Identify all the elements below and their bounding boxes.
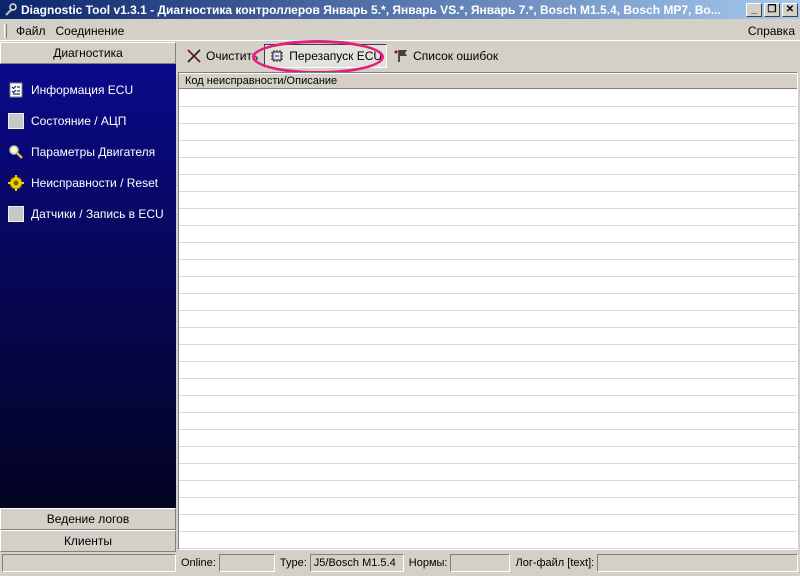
empty-list-row — [179, 481, 797, 498]
status-bar: Online: Type: J5/Bosch M1.5.4 Нормы: Лог… — [0, 552, 800, 574]
type-label: Type: — [279, 557, 307, 569]
sidebar-item-label: Состояние / АЦП — [31, 113, 127, 128]
status-cell-main — [2, 554, 176, 572]
empty-list-row — [179, 141, 797, 158]
blank-square-icon — [8, 205, 24, 222]
log-file-value — [597, 554, 798, 572]
menu-file[interactable]: Файл — [11, 24, 51, 38]
empty-list-row — [179, 447, 797, 464]
restart-ecu-button[interactable]: Перезапуск ECU — [264, 44, 388, 68]
empty-list-row — [179, 362, 797, 379]
column-header-fault-code[interactable]: Код неисправности/Описание — [179, 73, 797, 89]
main-window: Diagnostic Tool v1.3.1 - Диагностика кон… — [0, 0, 800, 576]
fault-list-rows — [179, 90, 797, 549]
clear-button-label: Очистить — [206, 49, 259, 63]
menu-help[interactable]: Справка — [743, 24, 800, 38]
sidebar-item-label: Информация ECU — [31, 82, 134, 97]
flag-icon — [393, 48, 409, 64]
online-value — [218, 554, 275, 572]
magnifier-icon — [8, 144, 24, 160]
empty-list-row — [179, 294, 797, 311]
chip-icon — [269, 48, 285, 64]
empty-list-row — [179, 345, 797, 362]
sidebar-header-diagnostics[interactable]: Диагностика — [0, 42, 176, 64]
empty-list-row — [179, 498, 797, 515]
restore-button[interactable]: ❐ — [764, 2, 780, 17]
sidebar-item-sensors-write[interactable]: Датчики / Запись в ECU — [0, 198, 176, 229]
sidebar-item-engine-params[interactable]: Параметры Двигателя — [0, 136, 176, 167]
online-label: Online: — [181, 557, 216, 569]
checklist-icon — [8, 82, 24, 98]
empty-list-row — [179, 107, 797, 124]
empty-list-row — [179, 90, 797, 107]
sidebar-item-ecu-info[interactable]: Информация ECU — [0, 74, 176, 105]
sidebar-nav: Информация ECU Состояние / АЦП Параметры… — [0, 64, 176, 508]
empty-list-row — [179, 328, 797, 345]
empty-list-row — [179, 158, 797, 175]
close-x-icon — [186, 48, 202, 64]
error-list-button[interactable]: Список ошибок — [389, 44, 502, 68]
sidebar: Диагностика Информация ECU Состояние / А… — [0, 42, 176, 552]
empty-list-row — [179, 277, 797, 294]
fault-list[interactable]: Код неисправности/Описание — [178, 72, 798, 550]
alert-gear-icon — [8, 174, 24, 191]
clear-button[interactable]: Очистить — [182, 44, 262, 68]
sidebar-footer-clients[interactable]: Клиенты — [0, 530, 176, 552]
sidebar-item-label: Датчики / Запись в ECU — [31, 206, 164, 221]
sidebar-item-label: Неисправности / Reset — [31, 175, 159, 190]
empty-list-row — [179, 243, 797, 260]
restart-ecu-label: Перезапуск ECU — [289, 49, 383, 63]
wrench-icon — [3, 2, 17, 17]
log-file-label: Лог-файл [text]: — [515, 557, 595, 569]
empty-list-row — [179, 260, 797, 277]
menu-bar: Файл Соединение Справка — [0, 21, 800, 41]
empty-list-row — [179, 464, 797, 481]
close-button[interactable]: ✕ — [782, 2, 798, 17]
empty-list-row — [179, 379, 797, 396]
empty-list-row — [179, 192, 797, 209]
sidebar-item-label: Параметры Двигателя — [31, 144, 156, 159]
norms-value — [450, 554, 511, 572]
empty-list-row — [179, 430, 797, 447]
minimize-button[interactable]: _ — [746, 2, 762, 17]
sidebar-footer-logs[interactable]: Ведение логов — [0, 508, 176, 530]
window-title: Diagnostic Tool v1.3.1 - Диагностика кон… — [21, 2, 721, 17]
menu-connection[interactable]: Соединение — [51, 24, 130, 38]
empty-list-row — [179, 124, 797, 141]
menu-grip — [4, 23, 7, 38]
empty-list-row — [179, 413, 797, 430]
type-value: J5/Bosch M1.5.4 — [309, 554, 404, 572]
title-bar[interactable]: Diagnostic Tool v1.3.1 - Диагностика кон… — [0, 0, 800, 19]
empty-list-row — [179, 396, 797, 413]
empty-list-row — [179, 515, 797, 532]
empty-list-row — [179, 311, 797, 328]
sidebar-item-faults-reset[interactable]: Неисправности / Reset — [0, 167, 176, 198]
norms-label: Нормы: — [408, 557, 448, 569]
sidebar-item-state-adc[interactable]: Состояние / АЦП — [0, 105, 176, 136]
empty-list-row — [179, 226, 797, 243]
blank-square-icon — [8, 112, 24, 129]
error-list-label: Список ошибок — [413, 49, 499, 63]
empty-list-row — [179, 175, 797, 192]
empty-list-row — [179, 209, 797, 226]
toolbar: Очистить Перезапуск ECU Список ошибок — [178, 42, 800, 70]
empty-list-row — [179, 532, 797, 549]
